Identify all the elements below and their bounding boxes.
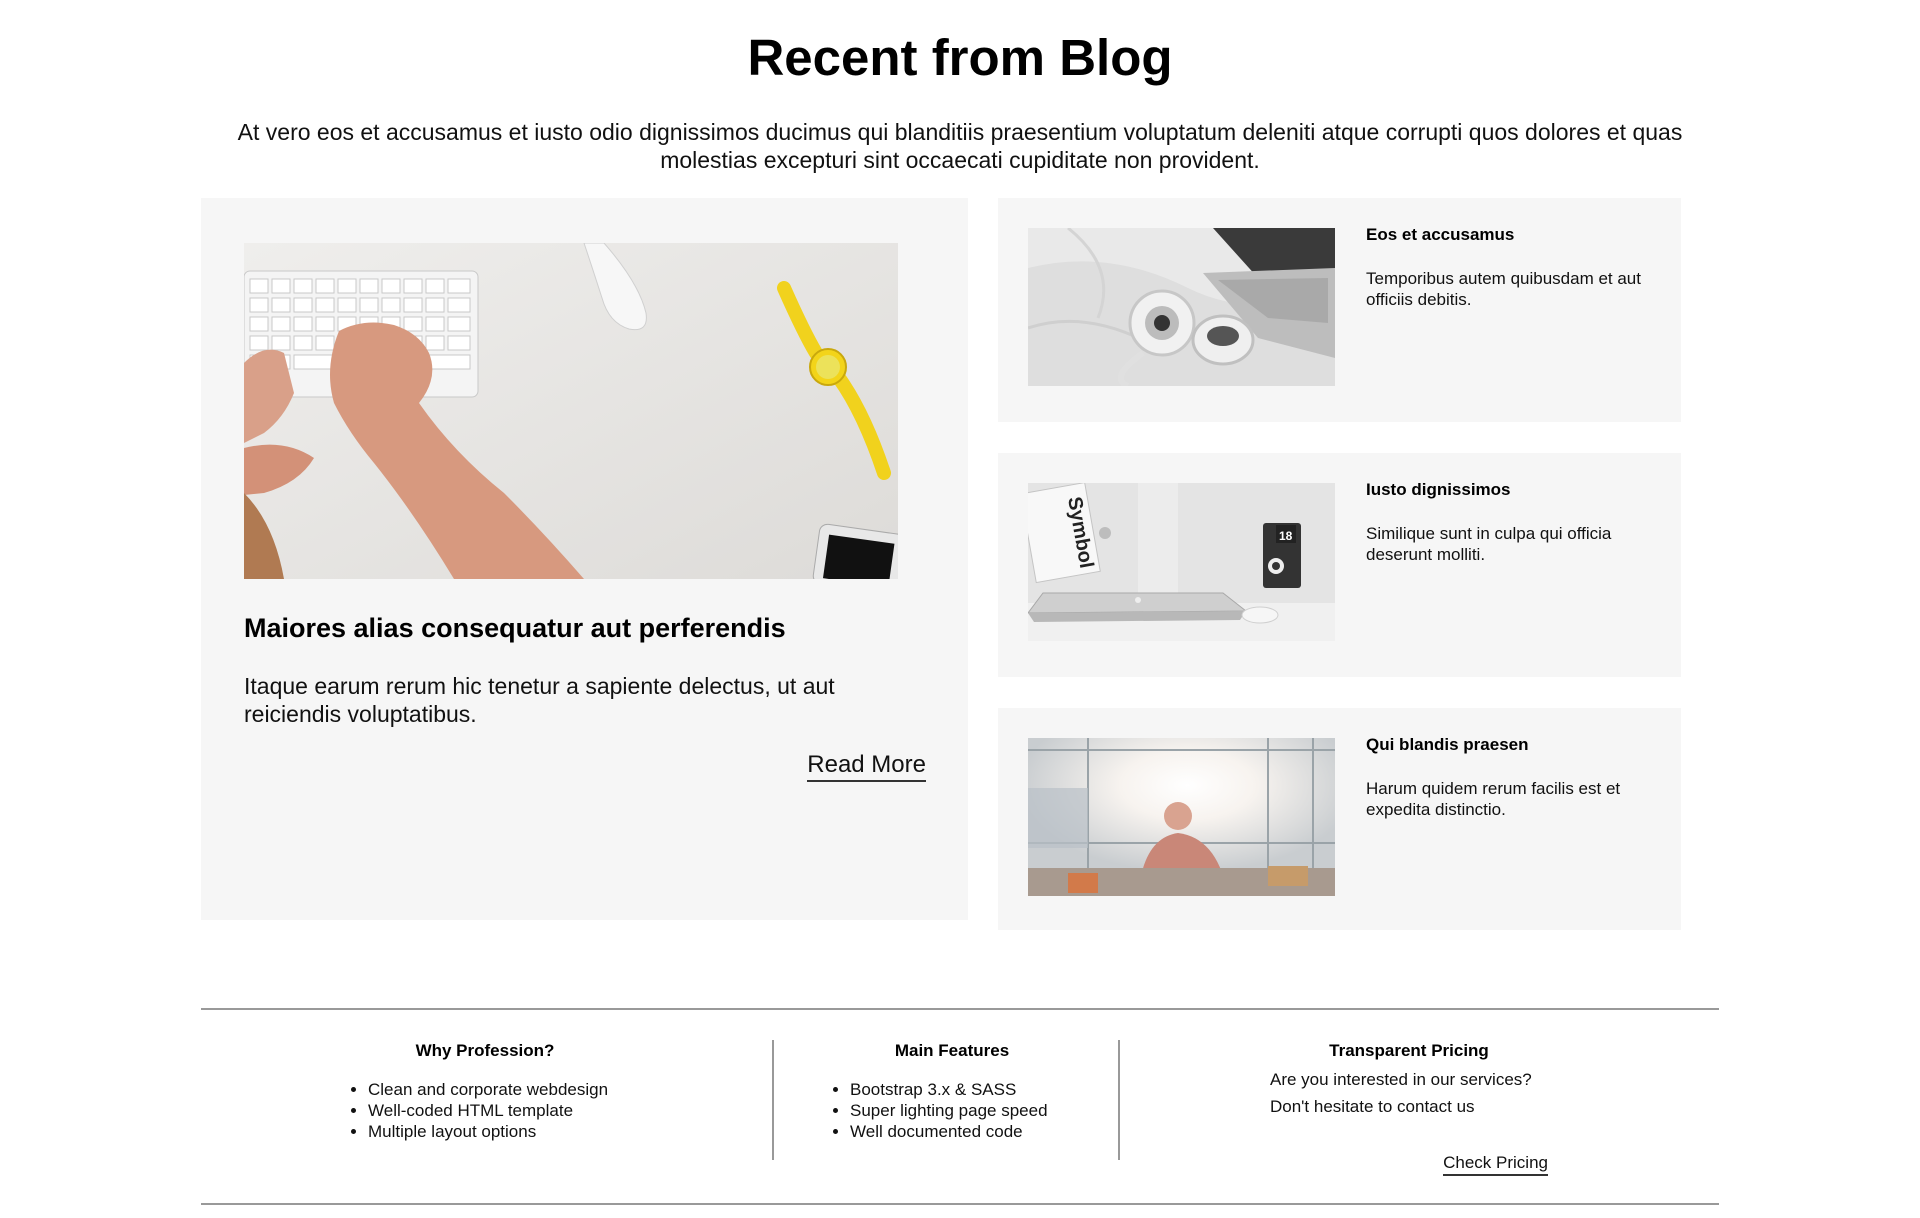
post-excerpt: Harum quidem rerum facilis est et expedi… bbox=[1366, 779, 1621, 819]
featured-post-card: Maiores alias consequatur aut perferendi… bbox=[201, 198, 968, 920]
post-image-headphones[interactable] bbox=[1028, 228, 1335, 386]
post-excerpt: Similique sunt in culpa qui officia dese… bbox=[1366, 524, 1612, 564]
list-item: Bootstrap 3.x & SASS bbox=[850, 1079, 1072, 1100]
check-pricing-link[interactable]: Check Pricing bbox=[1443, 1152, 1548, 1176]
read-more-link[interactable]: Read More bbox=[807, 751, 926, 782]
divider-top bbox=[201, 1008, 1719, 1010]
pricing-line-2: Don't hesitate to contact us bbox=[1270, 1097, 1475, 1116]
calendar-label: 18 bbox=[1279, 529, 1293, 543]
post-image-window[interactable] bbox=[1028, 738, 1335, 896]
blog-post-card: Symbol 18 Iusto dignissimos Similique su… bbox=[998, 453, 1681, 677]
post-title[interactable]: Iusto dignissimos bbox=[1366, 479, 1511, 501]
why-profession-column: Why Profession? Clean and corporate webd… bbox=[350, 1040, 620, 1142]
list-item: Multiple layout options bbox=[368, 1121, 620, 1142]
pricing-column: Transparent Pricing Are you interested i… bbox=[1270, 1040, 1548, 1180]
list-item: Well-coded HTML template bbox=[368, 1100, 620, 1121]
post-title[interactable]: Qui blandis praesen bbox=[1366, 734, 1529, 756]
pricing-text: Are you interested in our services? Don'… bbox=[1270, 1066, 1548, 1120]
pricing-line-1: Are you interested in our services? bbox=[1270, 1070, 1532, 1089]
post-image-laptop[interactable]: Symbol 18 bbox=[1028, 483, 1335, 641]
main-features-list: Bootstrap 3.x & SASS Super lighting page… bbox=[832, 1079, 1072, 1142]
column-divider bbox=[1118, 1040, 1120, 1160]
featured-post-title[interactable]: Maiores alias consequatur aut perferendi… bbox=[244, 611, 934, 645]
list-item: Clean and corporate webdesign bbox=[368, 1079, 620, 1100]
blog-section: Recent from Blog At vero eos et accusamu… bbox=[0, 0, 1920, 1218]
why-profession-list: Clean and corporate webdesign Well-coded… bbox=[350, 1079, 620, 1142]
featured-post-excerpt: Itaque earum rerum hic tenetur a sapient… bbox=[244, 673, 835, 727]
list-item: Well documented code bbox=[850, 1121, 1072, 1142]
main-features-column: Main Features Bootstrap 3.x & SASS Super… bbox=[832, 1040, 1072, 1142]
blog-post-card: Eos et accusamus Temporibus autem quibus… bbox=[998, 198, 1681, 422]
main-features-heading: Main Features bbox=[894, 1041, 1010, 1060]
post-excerpt: Temporibus autem quibusdam et aut offici… bbox=[1366, 269, 1641, 309]
divider-bottom bbox=[201, 1203, 1719, 1205]
why-profession-heading: Why Profession? bbox=[415, 1041, 555, 1060]
featured-post-image[interactable] bbox=[244, 243, 898, 579]
pricing-heading: Transparent Pricing bbox=[1329, 1041, 1489, 1060]
section-title: Recent from Blog bbox=[747, 29, 1173, 86]
post-title[interactable]: Eos et accusamus bbox=[1366, 224, 1514, 246]
section-intro: At vero eos et accusamus et iusto odio d… bbox=[237, 119, 1683, 173]
blog-post-card: Qui blandis praesen Harum quidem rerum f… bbox=[998, 708, 1681, 930]
list-item: Super lighting page speed bbox=[850, 1100, 1072, 1121]
column-divider bbox=[772, 1040, 774, 1160]
